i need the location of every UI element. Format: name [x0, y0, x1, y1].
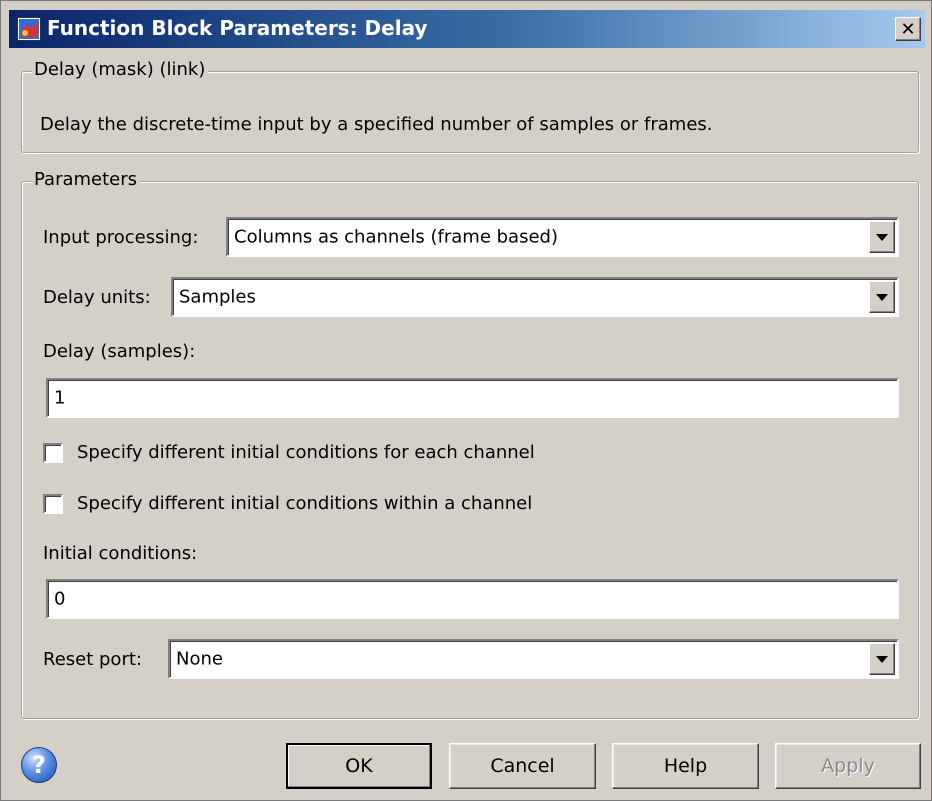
delay-samples-value: 1 — [54, 387, 66, 409]
help-question-icon[interactable]: ? — [21, 747, 57, 783]
help-icon-glyph: ? — [32, 751, 46, 779]
delay-units-dropdown[interactable]: Samples — [171, 277, 899, 317]
within-channel-checkbox[interactable] — [43, 494, 63, 514]
initial-conditions-label: Initial conditions: — [43, 543, 198, 564]
description-group-legend: Delay (mask) (link) — [32, 59, 209, 80]
dialog-window: Function Block Parameters: Delay ✕ Delay… — [0, 0, 932, 801]
help-button[interactable]: Help — [612, 743, 759, 789]
help-button-label: Help — [663, 755, 708, 777]
delay-samples-label: Delay (samples): — [43, 341, 196, 362]
description-text: Delay the discrete-time input by a speci… — [40, 114, 713, 135]
delay-units-value: Samples — [179, 286, 256, 308]
close-icon: ✕ — [900, 18, 916, 40]
reset-port-label: Reset port: — [43, 649, 142, 670]
delay-units-label: Delay units: — [43, 287, 151, 308]
reset-port-value: None — [176, 648, 223, 670]
reset-port-dropdown[interactable]: None — [168, 639, 899, 679]
ok-button[interactable]: OK — [286, 743, 432, 789]
description-group: Delay (mask) (link) Delay the discrete-t… — [21, 59, 919, 153]
input-processing-label: Input processing: — [43, 227, 199, 248]
apply-button: Apply — [775, 743, 921, 789]
apply-button-label: Apply — [821, 755, 875, 777]
dropdown-arrow-icon[interactable] — [869, 221, 895, 253]
each-channel-checkbox[interactable] — [43, 443, 63, 463]
window-title: Function Block Parameters: Delay — [47, 16, 428, 40]
dropdown-arrow-icon[interactable] — [869, 281, 895, 313]
simulink-block-icon — [17, 17, 41, 41]
delay-samples-field[interactable]: 1 — [46, 378, 899, 418]
within-channel-checkbox-label[interactable]: Specify different initial conditions wit… — [77, 493, 532, 514]
initial-conditions-field[interactable]: 0 — [46, 579, 899, 619]
cancel-button-label: Cancel — [490, 755, 555, 777]
input-processing-value: Columns as channels (frame based) — [234, 226, 558, 248]
close-button[interactable]: ✕ — [895, 17, 921, 41]
cancel-button[interactable]: Cancel — [449, 743, 596, 789]
initial-conditions-value: 0 — [54, 588, 66, 610]
ok-button-label: OK — [345, 755, 373, 777]
title-bar[interactable]: Function Block Parameters: Delay ✕ — [9, 10, 925, 48]
each-channel-checkbox-label[interactable]: Specify different initial conditions for… — [77, 442, 535, 463]
input-processing-dropdown[interactable]: Columns as channels (frame based) — [226, 217, 899, 257]
parameters-group-legend: Parameters — [32, 169, 141, 190]
dropdown-arrow-icon[interactable] — [869, 643, 895, 675]
